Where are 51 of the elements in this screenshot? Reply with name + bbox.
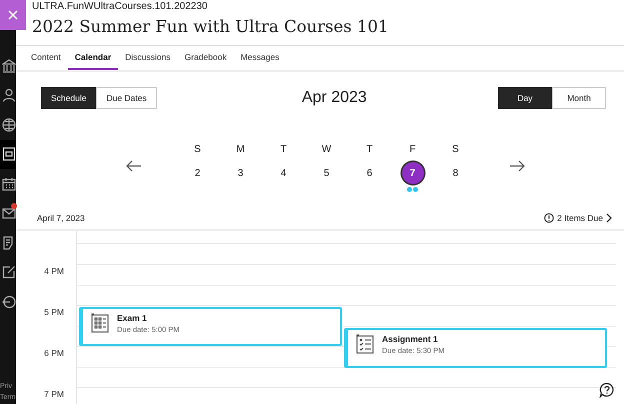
calendar-icon [2,176,16,191]
tab[interactable]: Calendar [68,46,118,70]
weekday-label: W [322,144,332,157]
test-icon [91,313,109,333]
items-due-link[interactable]: 2 Items Due [544,213,612,223]
course-title: 2022 Summer Fun with Ultra Courses 101 [32,16,390,38]
event-title: Assignment 1 [382,334,439,344]
close-button[interactable] [0,0,26,30]
range-toggle-button[interactable]: Month [552,87,606,109]
next-arrow-icon[interactable] [509,160,525,172]
event-title: Exam 1 [117,313,148,323]
tab[interactable]: Content [24,46,68,70]
previous-arrow-icon[interactable] [126,160,142,172]
hour-label: 7 PM [44,389,64,399]
month-label: Apr 2023 [300,89,368,107]
alert-icon [544,213,554,223]
building-icon [2,58,16,73]
day-number[interactable]: 7 [402,162,424,184]
sidebar-item[interactable] [0,140,16,169]
hour-label: 6 PM [44,348,64,358]
hour-label: 5 PM [44,307,64,317]
day-number[interactable]: 3 [230,162,252,184]
day-number[interactable]: 4 [272,162,294,184]
date-label: April 7, 2023 [37,213,85,223]
view-toggle-button[interactable]: Due Dates [96,87,157,109]
hour-label: 4 PM [44,266,64,276]
day-number[interactable]: 5 [316,162,338,184]
edit-icon [2,265,16,280]
help-icon[interactable] [599,382,615,398]
weekday-label: M [236,144,245,157]
envelope-icon [2,206,16,220]
day-number[interactable]: 8 [444,162,466,184]
weekday-label: T [280,144,287,157]
range-toggle-button[interactable]: Day [498,87,552,109]
tab[interactable]: Discussions [118,46,178,70]
chevron-right-icon [606,213,612,223]
person-icon [2,88,16,102]
course-id: ULTRA.FunWUltraCourses.101.202230 [32,1,208,13]
tab[interactable]: Gradebook [178,46,234,70]
weekday-label: S [452,144,459,157]
globe-icon [2,118,16,132]
day-number[interactable]: 6 [358,162,380,184]
weekday-label: T [366,144,373,157]
checklist-icon [356,334,374,354]
close-icon [8,10,18,20]
day-number[interactable]: 2 [186,162,208,184]
view-toggle-button[interactable]: Schedule [41,87,96,109]
weekday-label: S [194,144,201,157]
logout-icon [2,294,16,309]
tab[interactable]: Messages [234,46,286,70]
weekday-label: F [409,144,416,157]
